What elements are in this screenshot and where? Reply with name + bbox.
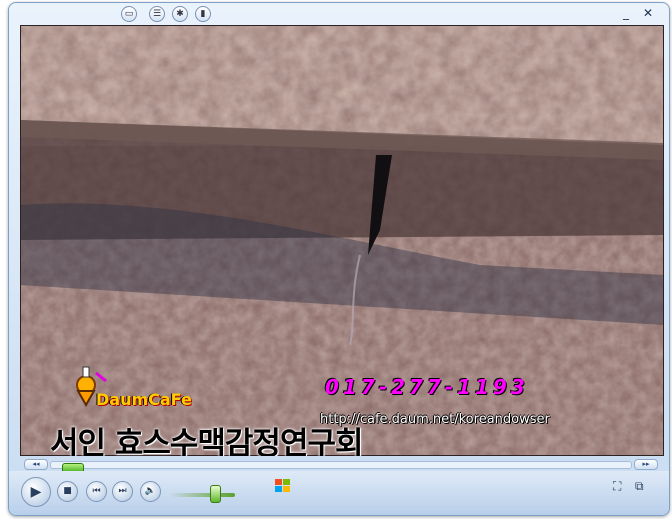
daum-cafe-brand: DaumCaFe [96,390,192,409]
windows-logo-icon [275,479,290,492]
visualizer-icon[interactable]: ✱ [172,6,188,22]
previous-button[interactable]: ⏮ [86,481,107,502]
next-button[interactable]: ⏭ [112,481,133,502]
phone-number-caption: 017-277-1193 [325,375,529,399]
control-bar: ▶ ■ ⏮ ⏭ 🔈 ⛶ ⧉ [9,471,669,515]
minimize-button[interactable]: _ [623,6,629,20]
fullscreen-icon[interactable]: ⛶ [613,479,621,494]
title-caption: 서인 효스수맥감정연구회 [50,426,364,456]
volume-slider-thumb[interactable] [210,485,221,503]
switch-mode-icon[interactable]: ⧉ [635,479,644,494]
seek-back-button[interactable]: ◂◂ [24,459,48,470]
mute-button[interactable]: 🔈 [140,481,161,502]
folder-icon[interactable]: ▭ [121,6,137,22]
close-button[interactable]: ✕ [643,6,653,20]
seek-bar[interactable]: ◂◂ ▸▸ [20,458,664,474]
seek-forward-button[interactable]: ▸▸ [634,459,658,470]
title-bar: ▭ ☰ ✱ ▮ _ ✕ [9,3,669,25]
volume-slider-track[interactable] [171,493,235,497]
media-player-window: ▭ ☰ ✱ ▮ _ ✕ DaumCaFe 017-277-1193 http:/… [8,2,670,516]
play-button[interactable]: ▶ [21,477,51,507]
stop-button[interactable]: ■ [57,481,78,502]
video-area[interactable]: DaumCaFe 017-277-1193 http://cafe.daum.n… [20,25,664,456]
seek-track[interactable] [50,461,632,474]
list-icon[interactable]: ☰ [149,6,165,22]
equalizer-icon[interactable]: ▮ [195,6,211,22]
